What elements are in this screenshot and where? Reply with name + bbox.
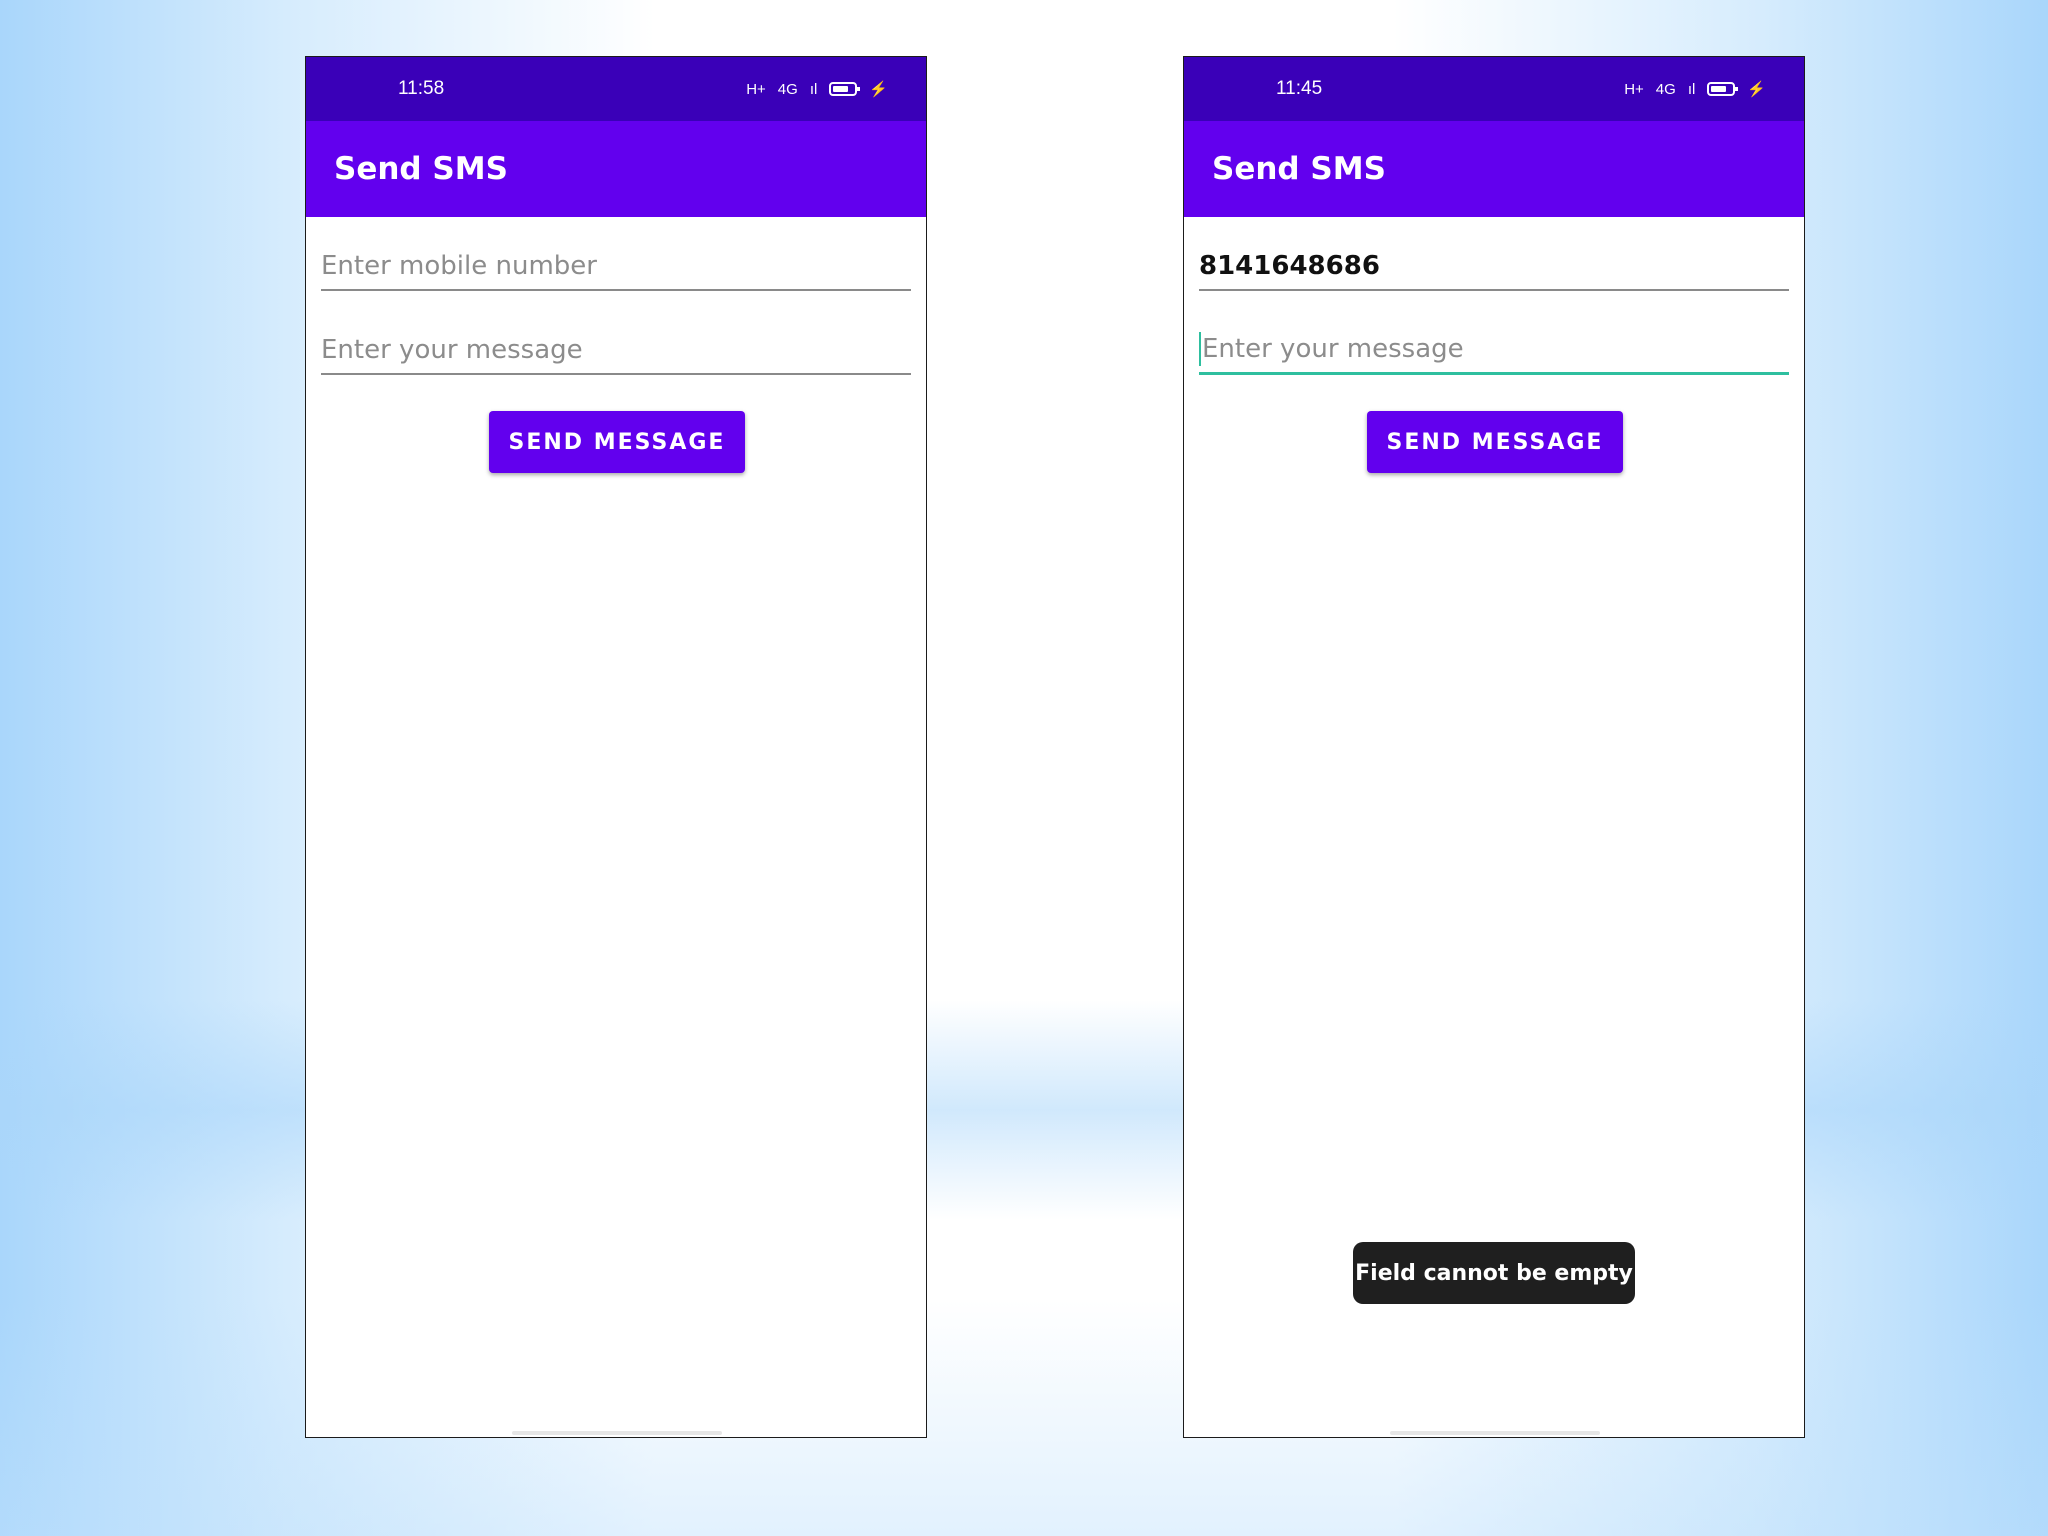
text-cursor: [1199, 332, 1201, 366]
status-bar: 11:58 H+ 4G ıl ⚡: [306, 57, 926, 121]
signal-bars-icon: ıl: [809, 80, 818, 98]
status-icons: H+ 4G ıl ⚡: [1624, 57, 1766, 121]
signal-4g-icon: 4G: [1655, 80, 1676, 98]
status-time: 11:45: [1276, 78, 1323, 99]
battery-icon: [1707, 82, 1739, 96]
app-title: Send SMS: [1212, 151, 1386, 187]
message-input[interactable]: Enter your message: [321, 323, 911, 375]
mobile-number-value: 8141648686: [1199, 251, 1380, 281]
charging-icon: ⚡: [869, 81, 888, 98]
app-bar: Send SMS: [306, 121, 926, 217]
app-title: Send SMS: [334, 151, 508, 187]
mobile-number-input[interactable]: 8141648686: [1199, 239, 1789, 291]
signal-4g-icon: 4G: [777, 80, 798, 98]
charging-icon: ⚡: [1747, 81, 1766, 98]
mobile-number-placeholder: Enter mobile number: [321, 251, 597, 281]
message-input[interactable]: Enter your message: [1199, 323, 1789, 375]
status-time: 11:58: [398, 78, 445, 99]
signal-bars-icon: ıl: [1687, 80, 1696, 98]
status-bar: 11:45 H+ 4G ıl ⚡: [1184, 57, 1804, 121]
send-message-button[interactable]: SEND MESSAGE: [489, 411, 745, 473]
phone-screen-left: 11:58 H+ 4G ıl ⚡ Send SMS Enter mobile n…: [305, 56, 927, 1438]
message-placeholder: Enter your message: [1202, 334, 1464, 364]
home-indicator[interactable]: [1390, 1431, 1600, 1435]
home-indicator[interactable]: [512, 1431, 722, 1435]
network-type-icon: H+: [1624, 80, 1644, 98]
message-placeholder: Enter your message: [321, 335, 583, 365]
send-message-button[interactable]: SEND MESSAGE: [1367, 411, 1623, 473]
network-type-icon: H+: [746, 80, 766, 98]
status-icons: H+ 4G ıl ⚡: [746, 57, 888, 121]
app-bar: Send SMS: [1184, 121, 1804, 217]
mobile-number-input[interactable]: Enter mobile number: [321, 239, 911, 291]
phone-screen-right: 11:45 H+ 4G ıl ⚡ Send SMS 8141648686 Ent…: [1183, 56, 1805, 1438]
battery-icon: [829, 82, 861, 96]
toast-message: Field cannot be empty: [1353, 1242, 1635, 1304]
